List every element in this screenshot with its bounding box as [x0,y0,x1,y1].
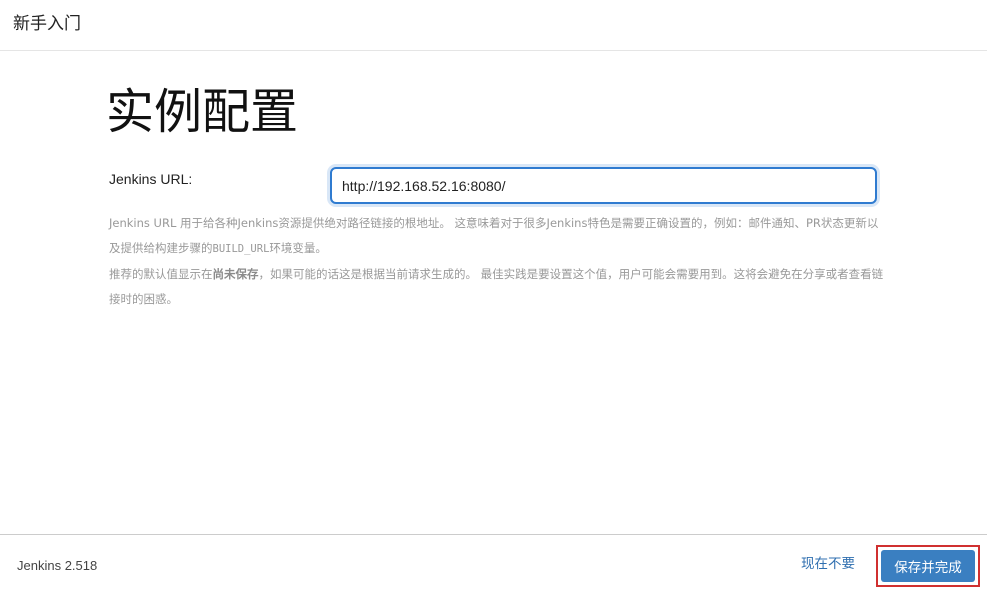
jenkins-url-label: Jenkins URL: [109,171,193,187]
main-content: 实例配置 Jenkins URL: Jenkins URL 用于给各种Jenki… [0,51,987,534]
footer: Jenkins 2.518 现在不要 保存并完成 [0,534,987,595]
skip-link[interactable]: 现在不要 [801,555,855,573]
help-paragraph-2: 推荐的默认值显示在尚未保存，如果可能的话这是根据当前请求生成的。 最佳实践是要设… [109,262,889,312]
unsaved-emphasis: 尚未保存 [212,267,259,281]
help-text: Jenkins URL 用于给各种Jenkins资源提供绝对路径链接的根地址。 … [109,211,889,312]
help-text-1b: 环境变量。 [269,241,327,255]
version-label: Jenkins 2.518 [17,558,98,573]
help-text-2a: 推荐的默认值显示在 [109,267,213,281]
help-paragraph-1: Jenkins URL 用于给各种Jenkins资源提供绝对路径链接的根地址。 … [109,211,889,262]
build-url-code: BUILD_URL [212,243,270,255]
header: 新手入门 [0,0,987,51]
save-button-highlight: 保存并完成 [876,545,980,587]
page-title: 实例配置 [106,84,299,140]
jenkins-url-input[interactable] [330,167,877,204]
save-and-finish-button[interactable]: 保存并完成 [881,550,975,582]
setup-wizard: 新手入门 实例配置 Jenkins URL: Jenkins URL 用于给各种… [0,0,987,595]
header-title: 新手入门 [13,14,81,34]
